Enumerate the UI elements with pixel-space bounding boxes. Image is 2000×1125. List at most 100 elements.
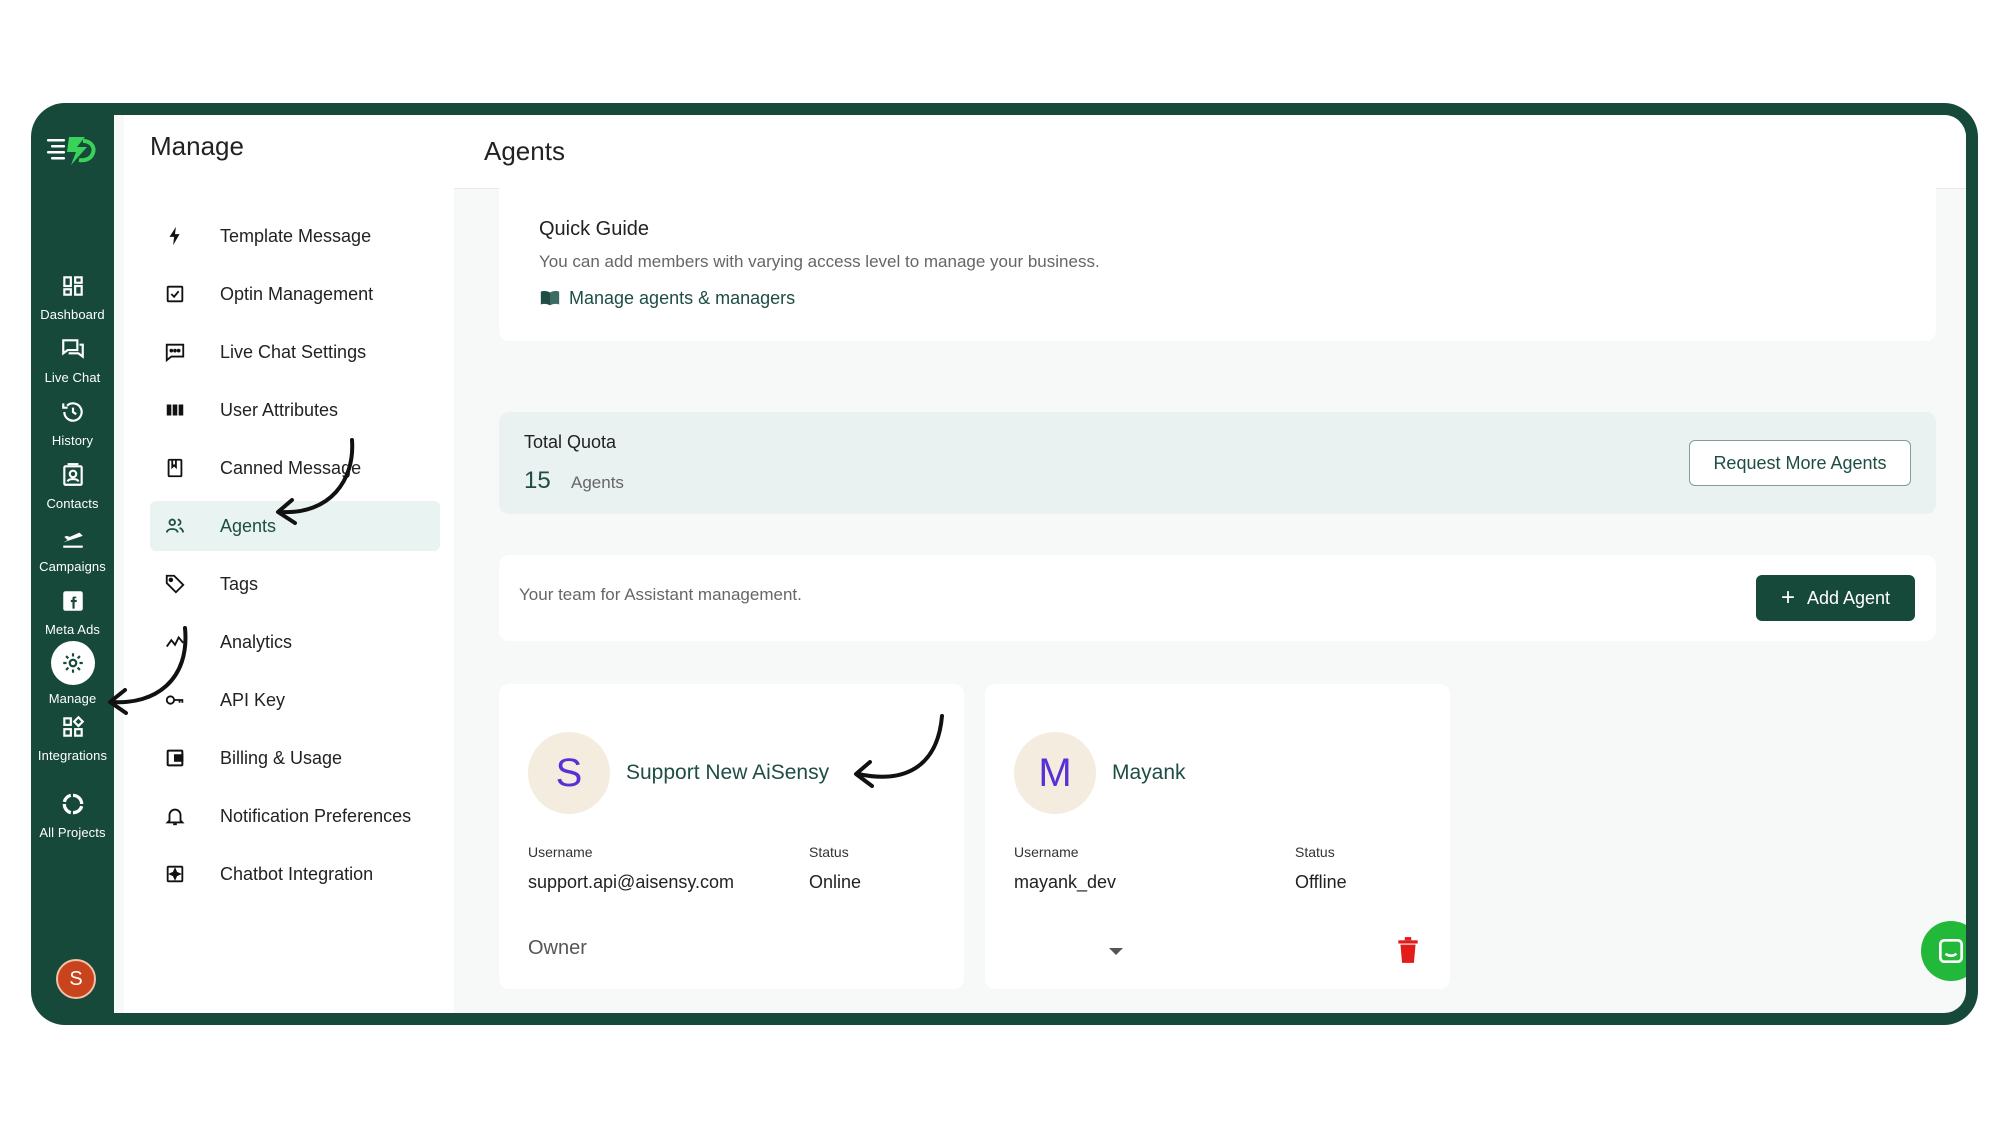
plus-icon: +: [1780, 584, 1795, 611]
sidebar-item-user-attributes[interactable]: User Attributes: [150, 385, 440, 435]
rail-item-all-projects[interactable]: All Projects: [31, 789, 114, 861]
sidebar-item-label: Canned Message: [220, 457, 362, 478]
live-chat-icon: [58, 334, 88, 364]
manage-agents-link[interactable]: Manage agents & managers: [539, 287, 795, 309]
device-frame: Dashboard Live Chat History Contacts Cam…: [31, 103, 1978, 1025]
bookmark-icon: [162, 455, 188, 481]
app-rail: Dashboard Live Chat History Contacts Cam…: [31, 103, 114, 1025]
wallet-icon: [162, 745, 188, 771]
manage-agents-link-text: Manage agents & managers: [569, 287, 796, 308]
page-title: Agents: [484, 136, 565, 166]
sidebar-item-label: Optin Management: [220, 283, 374, 304]
add-agent-button[interactable]: + Add Agent: [1756, 575, 1915, 621]
sidebar-item-label: User Attributes: [220, 399, 339, 420]
sidebar-item-optin-management[interactable]: Optin Management: [150, 269, 440, 319]
history-icon: [58, 397, 88, 427]
sidebar-item-label: Template Message: [220, 225, 372, 246]
agent-status: Offline: [1295, 872, 1347, 892]
sidebar-item-notification-preferences[interactable]: Notification Preferences: [150, 791, 440, 841]
quick-guide-description: You can add members with varying access …: [539, 252, 1100, 271]
contacts-icon: [58, 460, 88, 490]
sidebar-item-label: Live Chat Settings: [220, 341, 367, 362]
delete-trash-icon[interactable]: [1395, 936, 1421, 964]
agent-avatar: M: [1014, 732, 1096, 814]
sidebar-item-label: Agents: [220, 515, 277, 536]
sidebar-item-label: Notification Preferences: [220, 805, 412, 826]
rail-label: Campaigns: [39, 559, 106, 574]
rail-label: Live Chat: [44, 370, 101, 385]
request-more-agents-button[interactable]: Request More Agents: [1689, 440, 1911, 486]
agent-username: support.api@aisensy.com: [528, 872, 735, 892]
rail-item-history[interactable]: History: [31, 397, 114, 469]
rail-label: All Projects: [39, 825, 106, 840]
agent-card: M Mayank Username Status mayank_dev Offl…: [985, 684, 1450, 989]
role-dropdown-chevron-down-icon[interactable]: [1109, 948, 1123, 955]
projects-icon: [58, 789, 88, 819]
rail-label: Integrations: [37, 748, 108, 763]
rail-label: Dashboard: [40, 307, 105, 322]
status-label: Status: [809, 844, 849, 860]
facebook-icon: [58, 586, 88, 616]
agent-username: mayank_dev: [1014, 872, 1117, 892]
agent-role: Owner: [528, 937, 587, 959]
columns-icon: [162, 397, 188, 423]
user-avatar[interactable]: S: [56, 959, 96, 999]
sidebar-item-label: Analytics: [220, 631, 293, 652]
rail-item-campaigns[interactable]: Campaigns: [31, 523, 114, 595]
chat-icon: [1939, 939, 1963, 963]
sidebar-item-label: Chatbot Integration: [220, 863, 374, 884]
app-screen: Manage Template Message Optin Management…: [114, 115, 1966, 1013]
lightning-icon: [162, 223, 188, 249]
rail-item-integrations[interactable]: Integrations: [31, 712, 114, 784]
username-label: Username: [528, 844, 593, 860]
rail-item-dashboard[interactable]: Dashboard: [31, 271, 114, 343]
sidebar-item-canned-message[interactable]: Canned Message: [150, 443, 440, 493]
chatbot-icon: [162, 861, 188, 887]
sidebar-item-api-key[interactable]: API Key: [150, 675, 440, 725]
username-label: Username: [1014, 844, 1079, 860]
agent-card: S Support New AiSensy Username Status su…: [499, 684, 964, 989]
team-description: Your team for Assistant management.: [519, 585, 802, 604]
tag-icon: [162, 571, 188, 597]
rail-label: Manage: [48, 691, 97, 706]
integrations-icon: [58, 712, 88, 742]
rail-label: Contacts: [46, 496, 99, 511]
quick-guide-card: Quick Guide You can add members with var…: [499, 175, 1936, 341]
quick-guide-title: Quick Guide: [539, 218, 650, 240]
rail-item-live-chat[interactable]: Live Chat: [31, 334, 114, 406]
add-agent-label: Add Agent: [1806, 587, 1891, 608]
bell-icon: [162, 803, 188, 829]
sidebar-item-analytics[interactable]: Analytics: [150, 617, 440, 667]
gear-icon: [50, 641, 95, 685]
agent-name: Support New AiSensy: [626, 761, 830, 784]
support-chat-button[interactable]: [1921, 921, 1966, 981]
total-quota-label: Total Quota: [524, 432, 617, 452]
campaigns-icon: [58, 523, 88, 553]
aisensy-logo-icon[interactable]: [45, 131, 101, 167]
dashboard-icon: [58, 271, 88, 301]
sidebar-item-template-message[interactable]: Template Message: [150, 211, 440, 261]
agent-avatar: S: [528, 732, 610, 814]
analytics-icon: [162, 629, 188, 655]
book-icon: [540, 290, 560, 306]
rail-item-manage[interactable]: Manage: [31, 641, 114, 713]
key-icon: [162, 687, 188, 713]
rail-item-contacts[interactable]: Contacts: [31, 460, 114, 532]
team-bar: Your team for Assistant management. + Ad…: [499, 555, 1936, 641]
status-label: Status: [1295, 844, 1335, 860]
people-icon: [162, 513, 188, 539]
sidebar-item-tags[interactable]: Tags: [150, 559, 440, 609]
sidebar-item-label: Billing & Usage: [220, 747, 343, 768]
sidebar-title: Manage: [150, 131, 244, 161]
rail-label: Meta Ads: [45, 622, 100, 637]
total-quota-panel: Total Quota 15 Agents Request More Agent…: [499, 412, 1936, 514]
manage-sidebar: Manage Template Message Optin Management…: [124, 115, 454, 1013]
agent-name: Mayank: [1112, 761, 1186, 784]
sidebar-item-live-chat-settings[interactable]: Live Chat Settings: [150, 327, 440, 377]
sidebar-item-chatbot-integration[interactable]: Chatbot Integration: [150, 849, 440, 899]
sidebar-item-agents[interactable]: Agents: [150, 501, 440, 551]
total-quota-unit: Agents: [571, 473, 624, 492]
sidebar-item-billing-usage[interactable]: Billing & Usage: [150, 733, 440, 783]
sidebar-item-label: Tags: [220, 573, 259, 594]
sidebar-item-label: API Key: [220, 689, 286, 710]
